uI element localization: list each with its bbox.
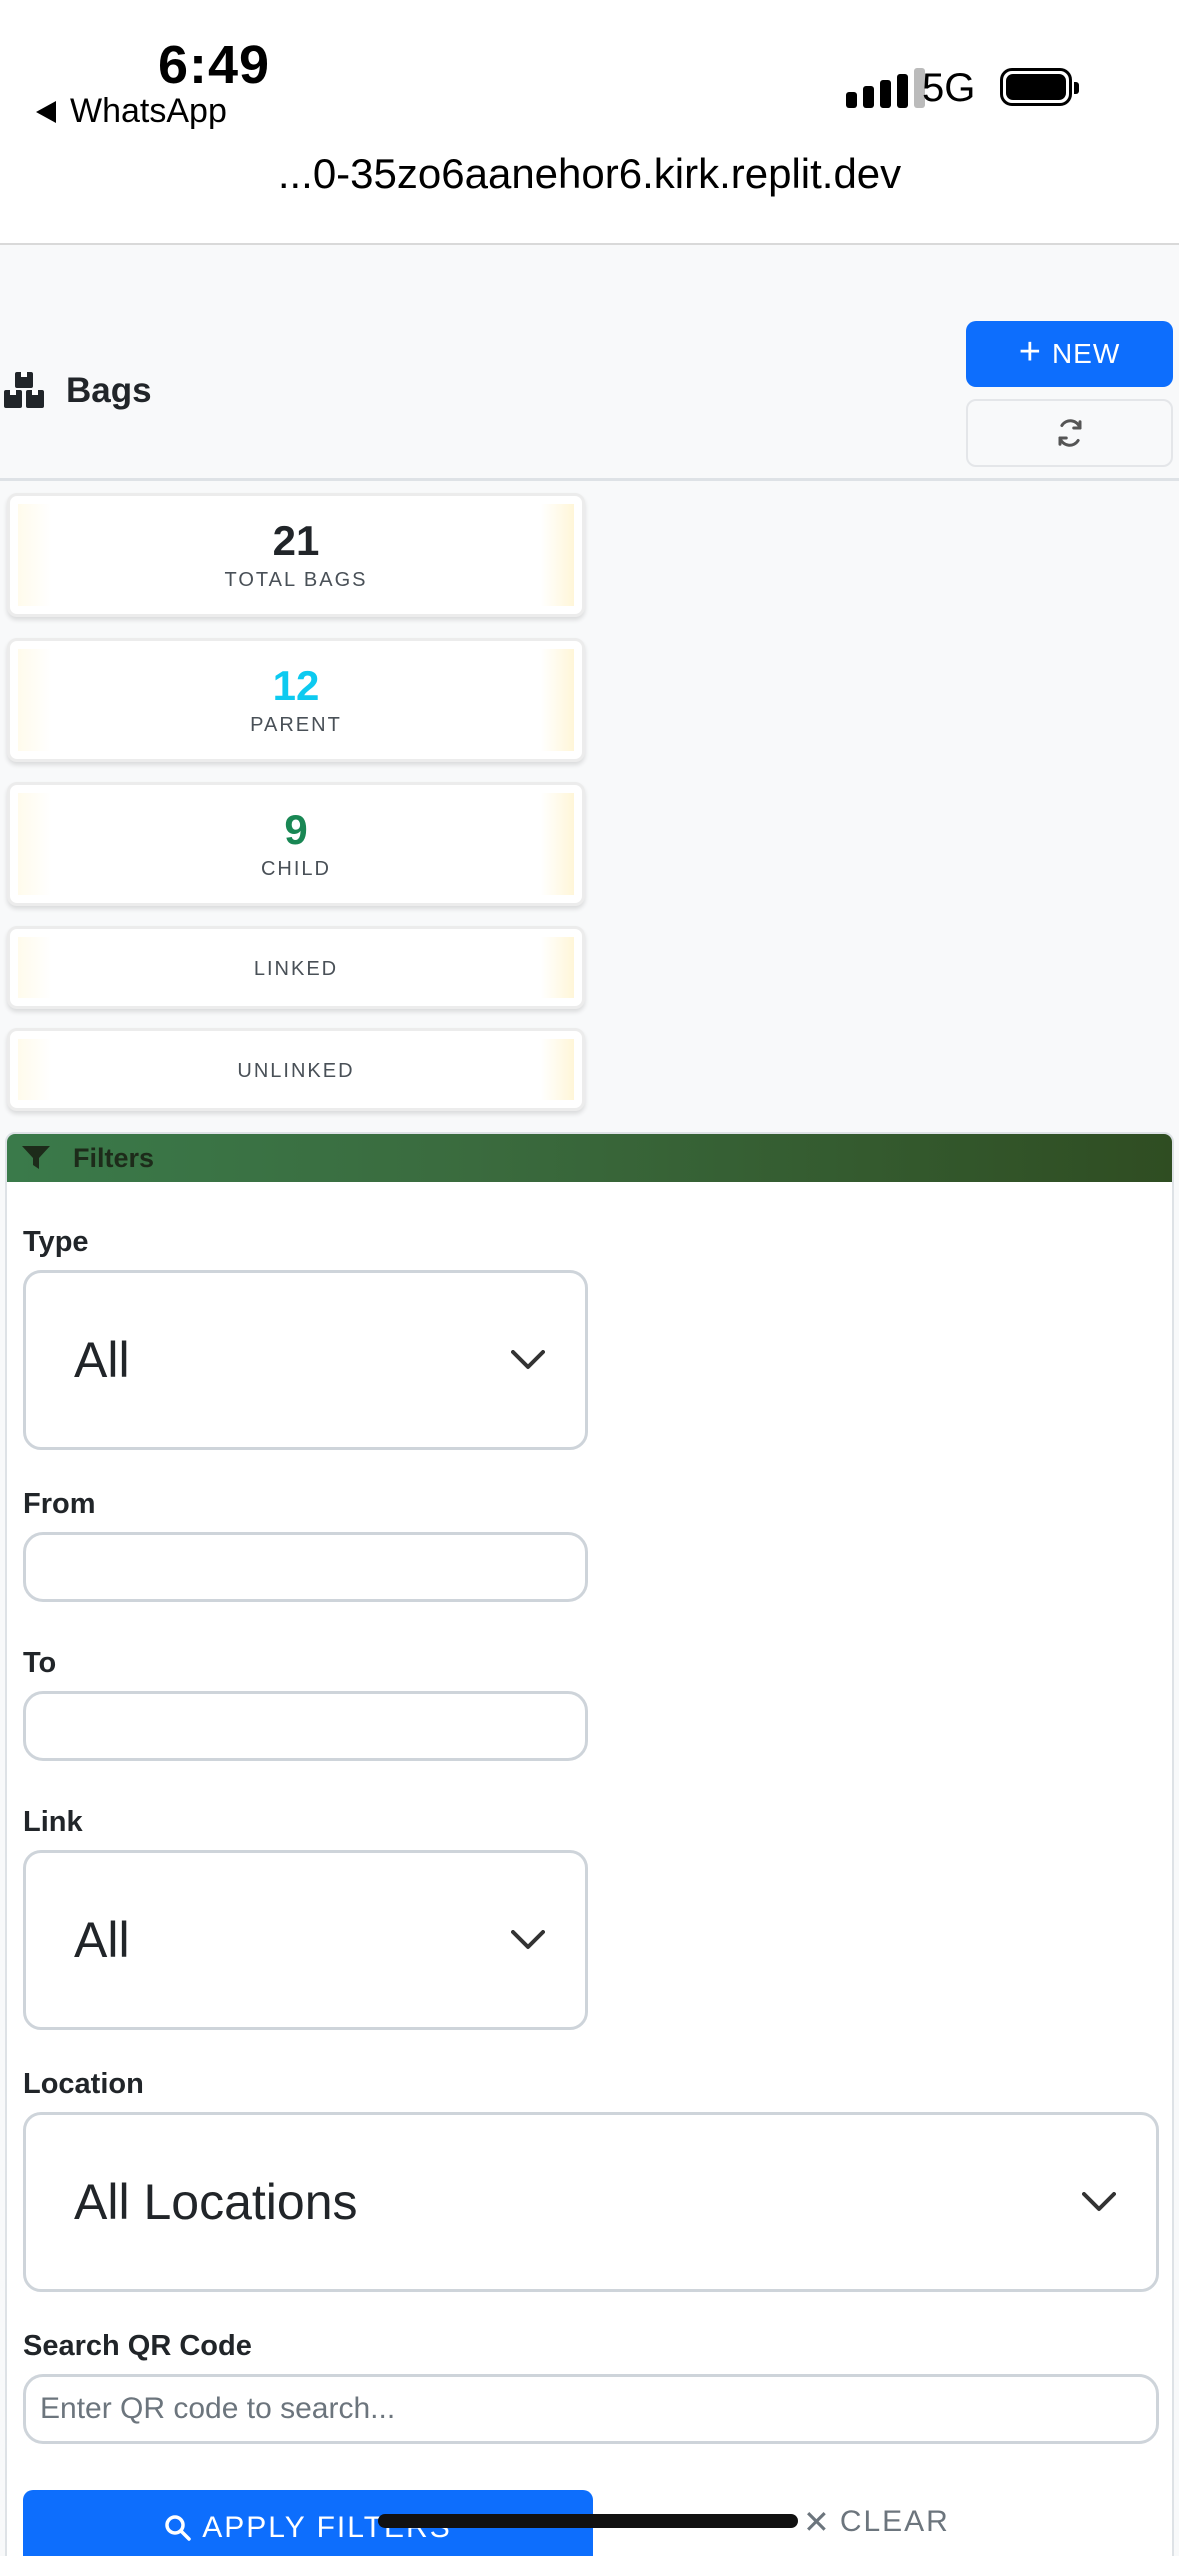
search-icon — [165, 2515, 192, 2541]
link-select[interactable]: All — [23, 1850, 588, 2030]
qr-search-placeholder: Enter QR code to search... — [40, 2392, 396, 2425]
clear-filters-button[interactable]: ✕ CLEAR — [803, 2490, 950, 2554]
chevron-down-icon — [1082, 2192, 1116, 2211]
status-time: 6:49 — [158, 35, 271, 95]
close-icon: ✕ — [803, 2504, 832, 2540]
new-button-label: NEW — [1051, 338, 1121, 369]
clear-label: CLEAR — [839, 2505, 950, 2538]
stat-value: 9 — [284, 806, 308, 854]
filters-panel: Filters Type All From To Link All Locati… — [5, 1132, 1174, 2556]
back-arrow-icon — [36, 100, 56, 123]
refresh-icon — [1058, 419, 1081, 447]
stat-label: CHILD — [260, 857, 331, 880]
to-label: To — [23, 1647, 57, 1679]
filter-icon — [22, 1146, 50, 1169]
stat-label: UNLINKED — [237, 1060, 355, 1082]
link-select-value: All — [74, 1912, 130, 1968]
page-title-text: Bags — [66, 371, 152, 410]
back-to-app-link[interactable]: WhatsApp — [36, 92, 227, 131]
cellular-signal-icon — [846, 68, 925, 108]
location-select[interactable]: All Locations — [23, 2112, 1159, 2292]
refresh-button[interactable] — [966, 399, 1173, 467]
stat-label: TOTAL BAGS — [224, 568, 368, 591]
filters-title: Filters — [73, 1142, 155, 1173]
plus-icon: + — [1018, 331, 1042, 373]
stat-card-total-bags[interactable]: 21 TOTAL BAGS — [7, 493, 585, 617]
url-text: ...0-35zo6aanehor6.kirk.replit.dev — [277, 150, 902, 197]
boxes-icon — [4, 372, 44, 408]
type-select[interactable]: All — [23, 1270, 588, 1450]
chevron-down-icon — [511, 1350, 545, 1369]
status-bar: 6:49 WhatsApp 5G — [0, 0, 1179, 150]
stat-card-unlinked[interactable]: UNLINKED — [7, 1028, 585, 1111]
type-label: Type — [23, 1226, 89, 1258]
to-date-input[interactable] — [23, 1691, 588, 1761]
stat-label: LINKED — [253, 958, 339, 980]
stat-card-child[interactable]: 9 CHILD — [7, 782, 585, 906]
back-app-label: WhatsApp — [70, 92, 227, 130]
browser-url-bar[interactable]: ...0-35zo6aanehor6.kirk.replit.dev — [0, 150, 1179, 245]
network-type: 5G — [922, 66, 976, 110]
filters-header[interactable]: Filters — [7, 1134, 1172, 1182]
stat-value: 12 — [272, 662, 320, 710]
home-indicator[interactable] — [378, 2514, 798, 2528]
page-header: Bags + NEW — [0, 245, 1179, 481]
stat-card-parent[interactable]: 12 PARENT — [7, 638, 585, 762]
stat-value: 21 — [272, 517, 320, 565]
search-qr-label: Search QR Code — [23, 2330, 252, 2362]
from-label: From — [23, 1488, 96, 1520]
qr-search-input[interactable]: Enter QR code to search... — [23, 2374, 1159, 2444]
stat-card-linked[interactable]: LINKED — [7, 926, 585, 1009]
page-title: Bags — [4, 371, 152, 411]
chevron-down-icon — [511, 1930, 545, 1949]
location-label: Location — [23, 2068, 144, 2100]
from-date-input[interactable] — [23, 1532, 588, 1602]
type-select-value: All — [74, 1332, 130, 1388]
location-select-value: All Locations — [74, 2174, 358, 2230]
stat-label: PARENT — [250, 713, 342, 736]
new-bag-button[interactable]: + NEW — [966, 321, 1173, 387]
link-label: Link — [23, 1806, 83, 1838]
battery-icon — [1000, 68, 1079, 106]
